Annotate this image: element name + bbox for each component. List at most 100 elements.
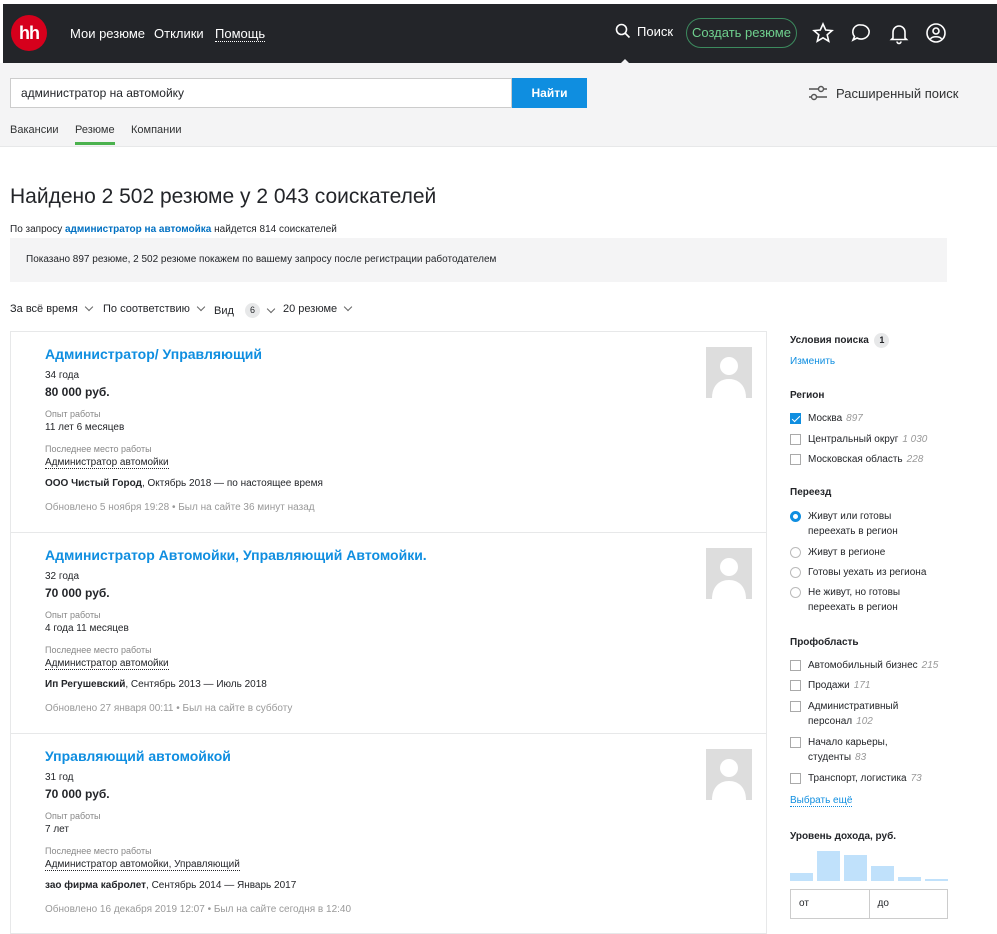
checkbox[interactable] <box>790 660 801 671</box>
histogram-bar <box>925 879 948 881</box>
radio[interactable] <box>790 547 801 558</box>
resume-experience: 11 лет 6 месяцев <box>45 422 125 433</box>
last-company: зао фирма кабролет, Сентябрь 2014 — Янва… <box>45 880 297 891</box>
select-more-link[interactable]: Выбрать ещё <box>790 795 853 807</box>
query-link[interactable]: администратор на автомойка <box>65 224 211 235</box>
user-placeholder-icon <box>712 357 746 398</box>
tab-resumes[interactable]: Резюме <box>75 124 115 145</box>
experience-label: Опыт работы <box>45 610 101 620</box>
find-button[interactable]: Найти <box>512 78 587 108</box>
advanced-search-label: Расширенный поиск <box>836 85 959 101</box>
radio[interactable] <box>790 567 801 578</box>
checkbox[interactable] <box>790 454 801 465</box>
region-option-moscow[interactable]: Москва 897 <box>790 411 863 426</box>
checkbox[interactable] <box>790 680 801 691</box>
star-icon[interactable] <box>811 21 835 45</box>
search-input[interactable]: администратор на автомойку <box>10 78 512 108</box>
nav-help[interactable]: Помощь <box>215 26 266 42</box>
order-select[interactable]: По соответствию <box>103 302 206 315</box>
search-panel: администратор на автомойку Найти Расшире… <box>0 63 997 147</box>
experience-label: Опыт работы <box>45 811 101 821</box>
income-histogram[interactable] <box>790 851 948 881</box>
checkbox[interactable] <box>790 773 801 784</box>
last-position[interactable]: Администратор автомойки, Управляющий <box>45 859 240 871</box>
chat-icon[interactable] <box>849 21 873 45</box>
region-option-central[interactable]: Центральный округ 1 030 <box>790 432 927 447</box>
per-page-select[interactable]: 20 резюме <box>283 302 353 315</box>
hh-logo[interactable]: hh <box>11 15 47 51</box>
change-conditions-link[interactable]: Изменить <box>790 356 835 367</box>
resume-salary: 70 000 руб. <box>45 787 110 801</box>
relocation-option[interactable]: Живут в регионе <box>790 545 885 560</box>
period-select[interactable]: За всё время <box>10 302 94 315</box>
histogram-bar <box>790 873 813 881</box>
income-heading: Уровень дохода, руб. <box>790 831 897 842</box>
create-resume-button[interactable]: Создать резюме <box>686 18 797 48</box>
resume-experience: 7 лет <box>45 824 69 835</box>
last-position[interactable]: Администратор автомойки <box>45 457 169 469</box>
checkbox[interactable] <box>790 737 801 748</box>
chevron-down-icon <box>343 302 353 312</box>
resume-age: 32 года <box>45 571 80 582</box>
view-select[interactable]: Вид 6 <box>214 303 276 318</box>
prof-option[interactable]: Начало карьеры, студенты 83 <box>790 735 915 765</box>
income-to-input[interactable]: до <box>870 890 948 918</box>
checkbox[interactable] <box>790 701 801 712</box>
prof-option[interactable]: Автомобильный бизнес 215 <box>790 658 938 673</box>
resume-age: 34 года <box>45 370 80 381</box>
shown-info-banner: Показано 897 резюме, 2 502 резюме покаже… <box>10 238 947 282</box>
updated-info: Обновлено 16 декабря 2019 12:07 • Был на… <box>45 904 352 915</box>
last-company: Ип Регушевский, Сентябрь 2013 — Июль 201… <box>45 679 267 690</box>
tab-companies[interactable]: Компании <box>131 124 182 142</box>
region-heading: Регион <box>790 390 825 401</box>
resume-salary: 80 000 руб. <box>45 385 110 399</box>
income-range: от до <box>790 889 948 919</box>
query-note: По запросу администратор на автомойка на… <box>10 224 337 235</box>
radio[interactable] <box>790 511 801 522</box>
updated-info: Обновлено 27 января 00:11 • Был на сайте… <box>45 703 293 714</box>
resume-list: Администратор/ Управляющий 34 года 80 00… <box>10 331 767 934</box>
radio[interactable] <box>790 587 801 598</box>
conditions-count-badge: 1 <box>874 333 890 348</box>
resume-card: Управляющий автомойкой 31 год 70 000 руб… <box>10 733 767 934</box>
nav-responses[interactable]: Отклики <box>154 26 204 41</box>
avatar[interactable] <box>706 347 752 398</box>
relocation-option[interactable]: Живут или готовы переехать в регион <box>790 509 915 539</box>
page-title: Найдено 2 502 резюме у 2 043 соискателей <box>10 185 437 208</box>
search-label: Поиск <box>637 23 674 39</box>
checkbox[interactable] <box>790 434 801 445</box>
resume-card: Администратор Автомойки, Управляющий Авт… <box>10 532 767 733</box>
last-position[interactable]: Администратор автомойки <box>45 658 169 670</box>
resume-title-link[interactable]: Управляющий автомойкой <box>45 748 231 764</box>
search-icon <box>615 23 631 39</box>
resume-title-link[interactable]: Администратор Автомойки, Управляющий Авт… <box>45 547 427 563</box>
prof-option[interactable]: Административный персонал 102 <box>790 699 915 729</box>
relocation-option[interactable]: Не живут, но готовы переехать в регион <box>790 585 915 615</box>
top-navbar: hh Мои резюме Отклики Помощь Поиск Созда… <box>3 4 997 67</box>
header-search-button[interactable]: Поиск <box>615 23 673 39</box>
resume-salary: 70 000 руб. <box>45 586 110 600</box>
avatar[interactable] <box>706 749 752 800</box>
updated-info: Обновлено 5 ноября 19:28 • Был на сайте … <box>45 502 315 513</box>
histogram-bar <box>871 866 894 881</box>
nav-my-resumes[interactable]: Мои резюме <box>70 26 145 41</box>
checkbox[interactable] <box>790 413 801 424</box>
relocation-option[interactable]: Готовы уехать из региона <box>790 565 926 580</box>
chevron-down-icon <box>196 302 206 312</box>
prof-heading: Профобласть <box>790 637 859 648</box>
relocation-heading: Переезд <box>790 487 832 498</box>
last-job-label: Последнее место работы <box>45 444 152 454</box>
resume-title-link[interactable]: Администратор/ Управляющий <box>45 346 262 362</box>
bell-icon[interactable] <box>887 21 911 45</box>
avatar[interactable] <box>706 548 752 599</box>
user-icon[interactable] <box>924 21 948 45</box>
region-option-moscow-oblast[interactable]: Московская область 228 <box>790 452 923 467</box>
histogram-bar <box>898 877 921 881</box>
experience-label: Опыт работы <box>45 409 101 419</box>
resume-card: Администратор/ Управляющий 34 года 80 00… <box>10 331 767 532</box>
prof-option[interactable]: Продажи 171 <box>790 678 870 693</box>
advanced-search-link[interactable]: Расширенный поиск <box>808 85 958 101</box>
income-from-input[interactable]: от <box>791 890 870 918</box>
prof-option[interactable]: Транспорт, логистика 73 <box>790 771 922 786</box>
tab-vacancies[interactable]: Вакансии <box>10 124 59 142</box>
